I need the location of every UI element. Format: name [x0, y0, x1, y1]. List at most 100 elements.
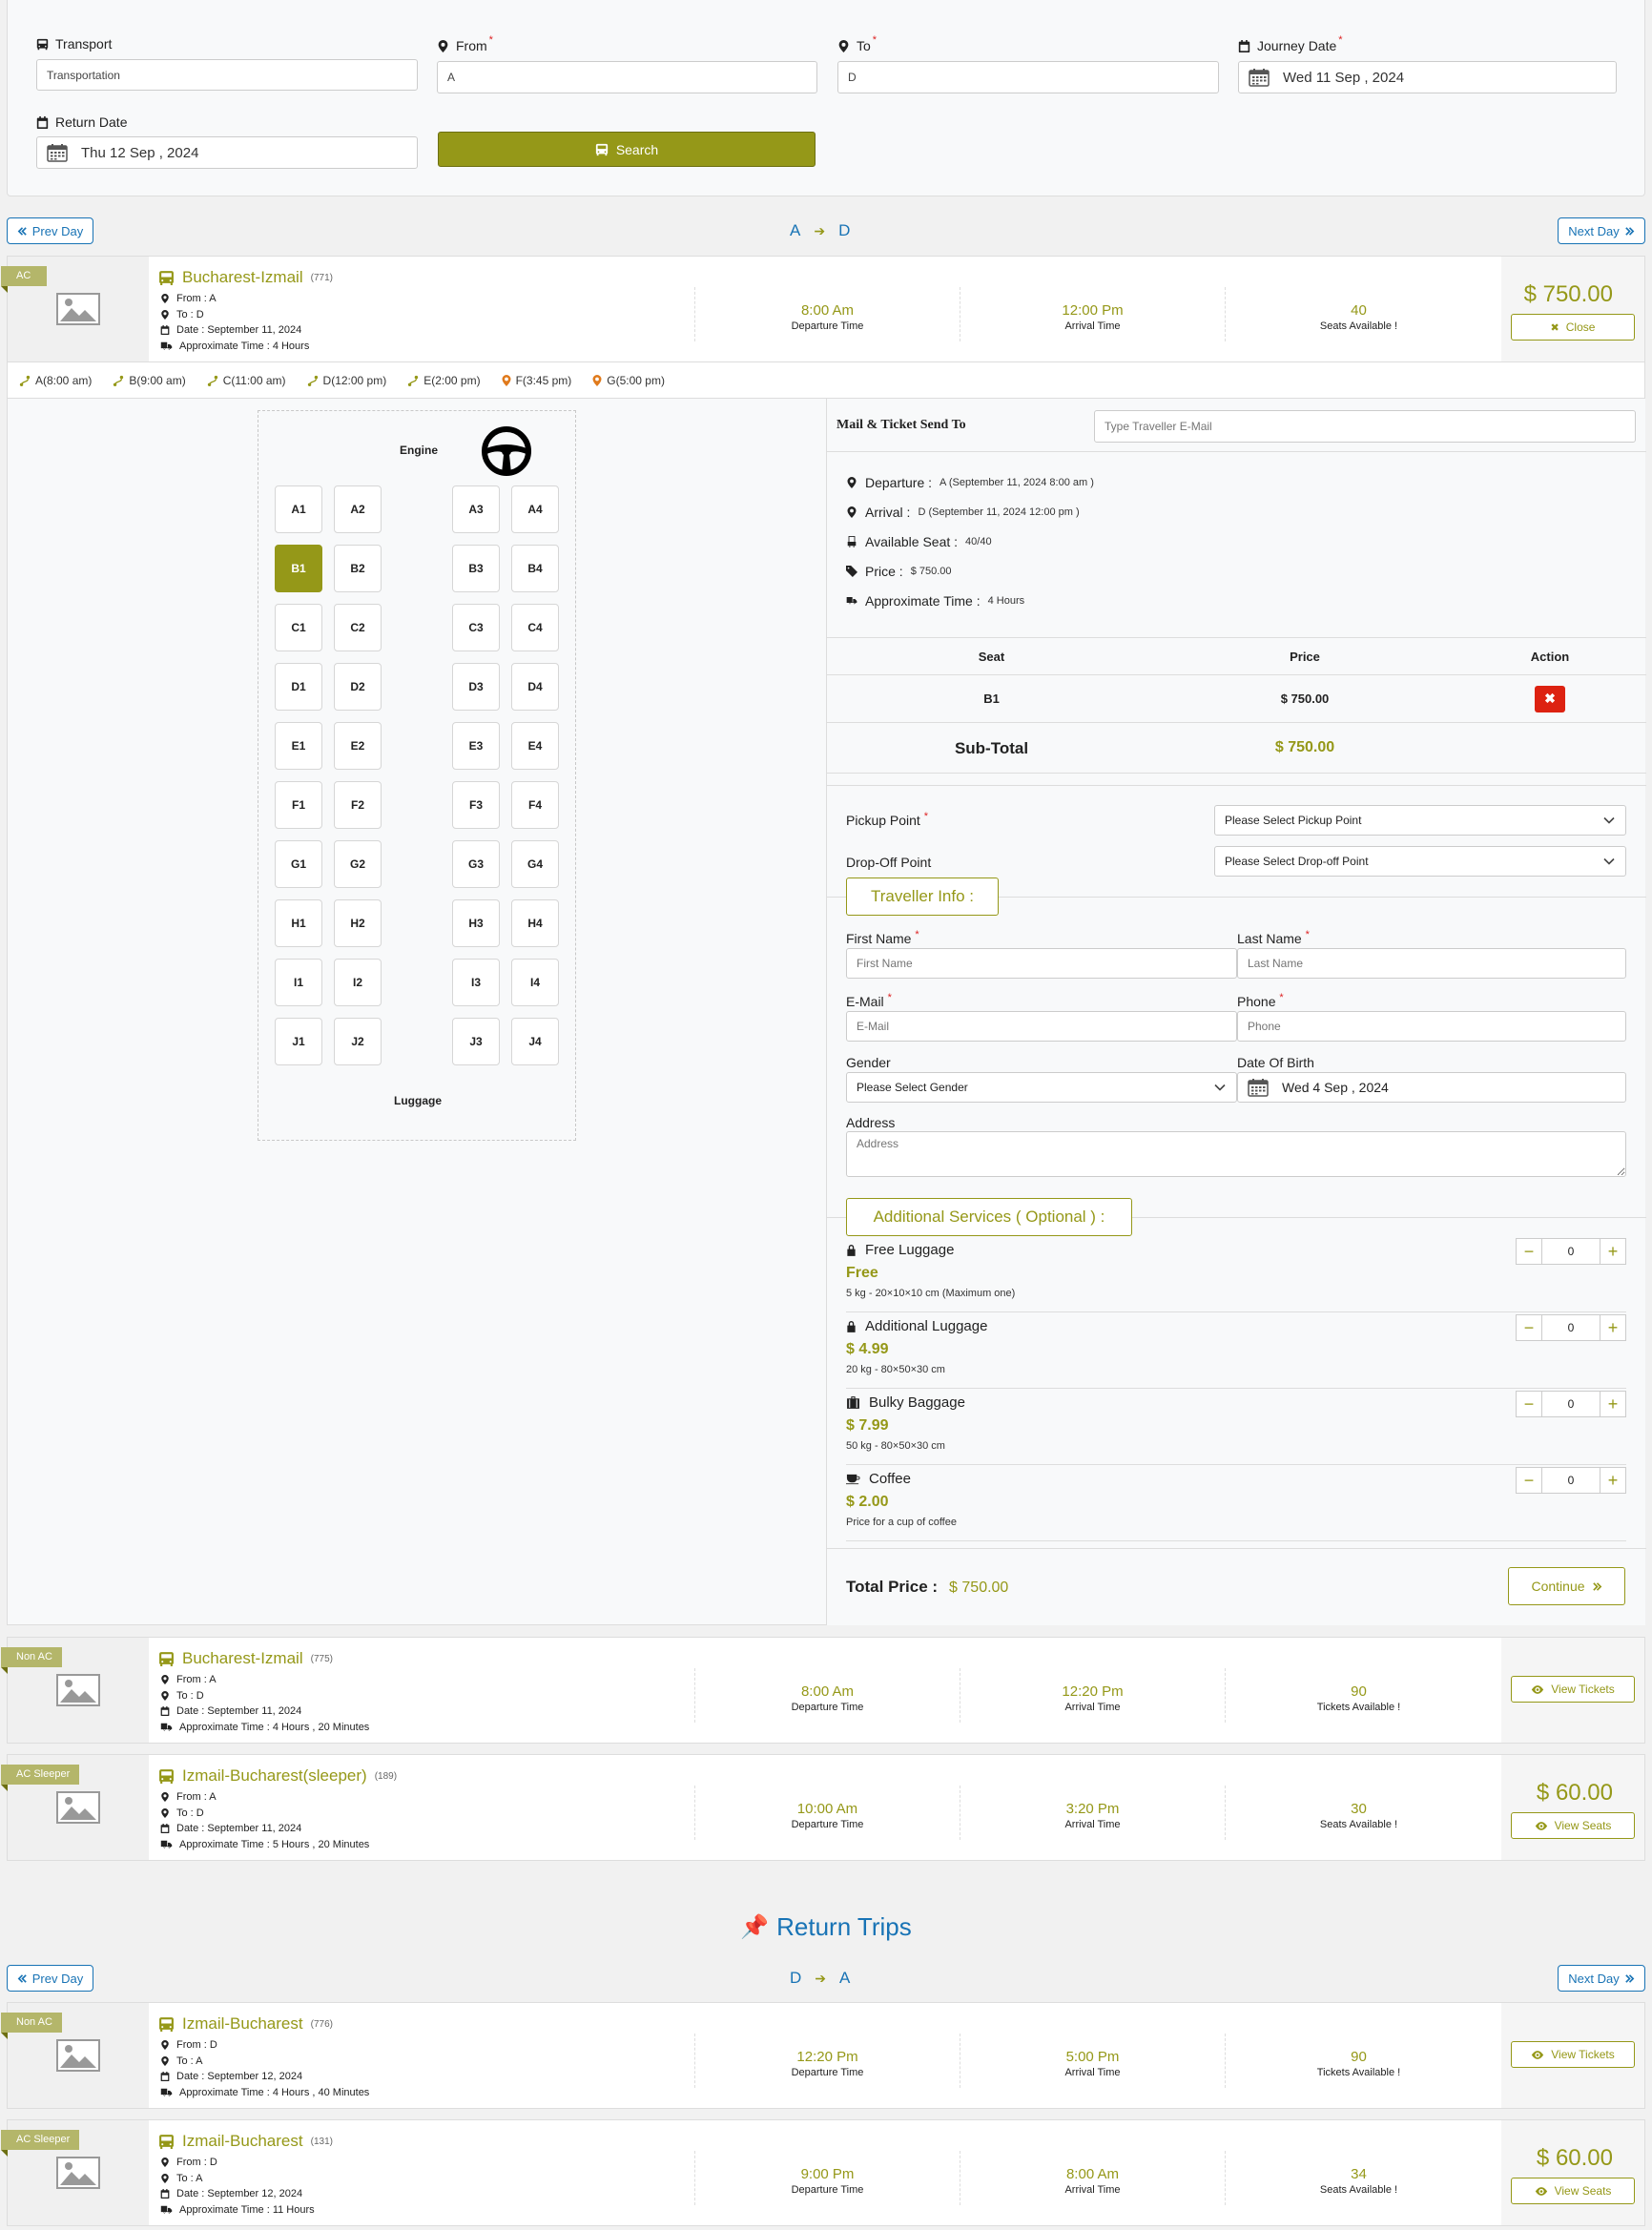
close-button[interactable]: ✖ Close — [1511, 314, 1635, 341]
seat-a3[interactable]: A3 — [452, 485, 500, 533]
seat-b1[interactable]: B1 — [275, 545, 322, 592]
last-name-input[interactable] — [1237, 948, 1626, 979]
seat-h4[interactable]: H4 — [511, 899, 559, 947]
gender-select[interactable]: Please Select Gender — [846, 1072, 1237, 1103]
service-price: $ 4.99 — [846, 1341, 889, 1357]
decrement-button[interactable]: − — [1516, 1238, 1542, 1265]
seat-a1[interactable]: A1 — [275, 485, 322, 533]
seat-i4[interactable]: I4 — [511, 959, 559, 1006]
seat-d4[interactable]: D4 — [511, 663, 559, 711]
seat-b4[interactable]: B4 — [511, 545, 559, 592]
to-input[interactable]: D — [837, 61, 1219, 93]
trip-name[interactable]: Izmail-Bucharest (131) — [158, 2132, 333, 2151]
return-date-input[interactable]: Thu 12 Sep , 2024 — [36, 136, 418, 169]
seat-j1[interactable]: J1 — [275, 1018, 322, 1065]
quantity-input[interactable]: 0 — [1542, 1467, 1600, 1494]
seat-f4[interactable]: F4 — [511, 781, 559, 829]
phone-input[interactable] — [1237, 1011, 1626, 1042]
trip-name[interactable]: Izmail-Bucharest (776) — [158, 2014, 333, 2034]
increment-button[interactable]: + — [1600, 1467, 1626, 1494]
trip-approx-time: Approximate Time : 4 Hours , 20 Minutes — [160, 1720, 369, 1736]
view-tickets-button[interactable]: View Tickets — [1511, 1676, 1635, 1703]
traveller-email-input[interactable] — [1094, 410, 1636, 443]
seat-b3[interactable]: B3 — [452, 545, 500, 592]
quantity-input[interactable]: 0 — [1542, 1391, 1600, 1417]
double-chevron-right-icon — [1592, 1581, 1602, 1592]
seat-g3[interactable]: G3 — [452, 840, 500, 888]
route-stop: C(11:00 am) — [207, 374, 286, 387]
seat-i3[interactable]: I3 — [452, 959, 500, 1006]
prev-day-button[interactable]: Prev Day — [7, 217, 93, 244]
seat-j3[interactable]: J3 — [452, 1018, 500, 1065]
trip-to: To : A — [160, 2054, 369, 2070]
route-stop: D(12:00 pm) — [307, 374, 386, 387]
seat-f1[interactable]: F1 — [275, 781, 322, 829]
remove-seat-button[interactable]: ✖ — [1535, 685, 1565, 712]
seat-b2[interactable]: B2 — [334, 545, 382, 592]
email-input[interactable] — [846, 1011, 1237, 1042]
seat-d3[interactable]: D3 — [452, 663, 500, 711]
quantity-stepper: − 0 + — [1516, 1314, 1626, 1341]
address-textarea[interactable] — [846, 1131, 1626, 1177]
seat-h3[interactable]: H3 — [452, 899, 500, 947]
seat-e2[interactable]: E2 — [334, 722, 382, 770]
search-button[interactable]: Search — [438, 132, 816, 167]
seat-d2[interactable]: D2 — [334, 663, 382, 711]
seat-h1[interactable]: H1 — [275, 899, 322, 947]
from-input[interactable]: A — [437, 61, 817, 93]
increment-button[interactable]: + — [1600, 1391, 1626, 1417]
available-seat-row: Available Seat :40/40 — [846, 534, 992, 549]
trip-name[interactable]: Bucharest-Izmail (771) — [158, 268, 333, 287]
prev-day-button[interactable]: Prev Day — [7, 1965, 93, 1992]
seat-g4[interactable]: G4 — [511, 840, 559, 888]
seat-e4[interactable]: E4 — [511, 722, 559, 770]
pickup-select[interactable]: Please Select Pickup Point — [1214, 805, 1626, 836]
arrival-row: Arrival :D (September 11, 2024 12:00 pm … — [846, 505, 1080, 520]
seat-j2[interactable]: J2 — [334, 1018, 382, 1065]
continue-button[interactable]: Continue — [1508, 1567, 1625, 1605]
arrival-column: 12:20 Pm Arrival Time — [960, 1668, 1225, 1723]
view-seats-button[interactable]: View Seats — [1511, 2178, 1635, 2204]
dob-input[interactable]: Wed 4 Sep , 2024 — [1237, 1072, 1626, 1103]
seat-d1[interactable]: D1 — [275, 663, 322, 711]
trip-class-badge: AC — [1, 266, 47, 293]
seat-e1[interactable]: E1 — [275, 722, 322, 770]
seat-g1[interactable]: G1 — [275, 840, 322, 888]
calendar-icon — [160, 1824, 170, 1833]
quantity-input[interactable]: 0 — [1542, 1314, 1600, 1341]
increment-button[interactable]: + — [1600, 1238, 1626, 1265]
image-placeholder-icon — [56, 1791, 100, 1824]
seat-c1[interactable]: C1 — [275, 604, 322, 651]
seat-g2[interactable]: G2 — [334, 840, 382, 888]
seat-f2[interactable]: F2 — [334, 781, 382, 829]
transport-input[interactable]: Transportation — [36, 59, 418, 91]
seat-c4[interactable]: C4 — [511, 604, 559, 651]
seat-e3[interactable]: E3 — [452, 722, 500, 770]
seat-i2[interactable]: I2 — [334, 959, 382, 1006]
decrement-button[interactable]: − — [1516, 1467, 1542, 1494]
view-tickets-button[interactable]: View Tickets — [1511, 2041, 1635, 2068]
seat-c2[interactable]: C2 — [334, 604, 382, 651]
trip-name[interactable]: Izmail-Bucharest(sleeper) (189) — [158, 1766, 397, 1786]
seat-f3[interactable]: F3 — [452, 781, 500, 829]
seat-a4[interactable]: A4 — [511, 485, 559, 533]
dropoff-select[interactable]: Please Select Drop-off Point — [1214, 846, 1626, 877]
next-day-button[interactable]: Next Day — [1558, 1965, 1645, 1992]
bus-icon — [158, 1768, 175, 1785]
view-seats-button[interactable]: View Seats — [1511, 1812, 1635, 1839]
trip-name[interactable]: Bucharest-Izmail (775) — [158, 1649, 333, 1668]
quantity-input[interactable]: 0 — [1542, 1238, 1600, 1265]
seat-h2[interactable]: H2 — [334, 899, 382, 947]
decrement-button[interactable]: − — [1516, 1391, 1542, 1417]
decrement-button[interactable]: − — [1516, 1314, 1542, 1341]
seat-j4[interactable]: J4 — [511, 1018, 559, 1065]
seat-c3[interactable]: C3 — [452, 604, 500, 651]
route-indicator: A ➔ D — [790, 221, 851, 239]
first-name-input[interactable] — [846, 948, 1237, 979]
next-day-button[interactable]: Next Day — [1558, 217, 1645, 244]
journey-date-input[interactable]: Wed 11 Sep , 2024 — [1238, 61, 1617, 93]
seat-i1[interactable]: I1 — [275, 959, 322, 1006]
seat-a2[interactable]: A2 — [334, 485, 382, 533]
increment-button[interactable]: + — [1600, 1314, 1626, 1341]
trip-card: Non AC Bucharest-Izmail (775) From : A To… — [1, 1637, 1645, 1744]
